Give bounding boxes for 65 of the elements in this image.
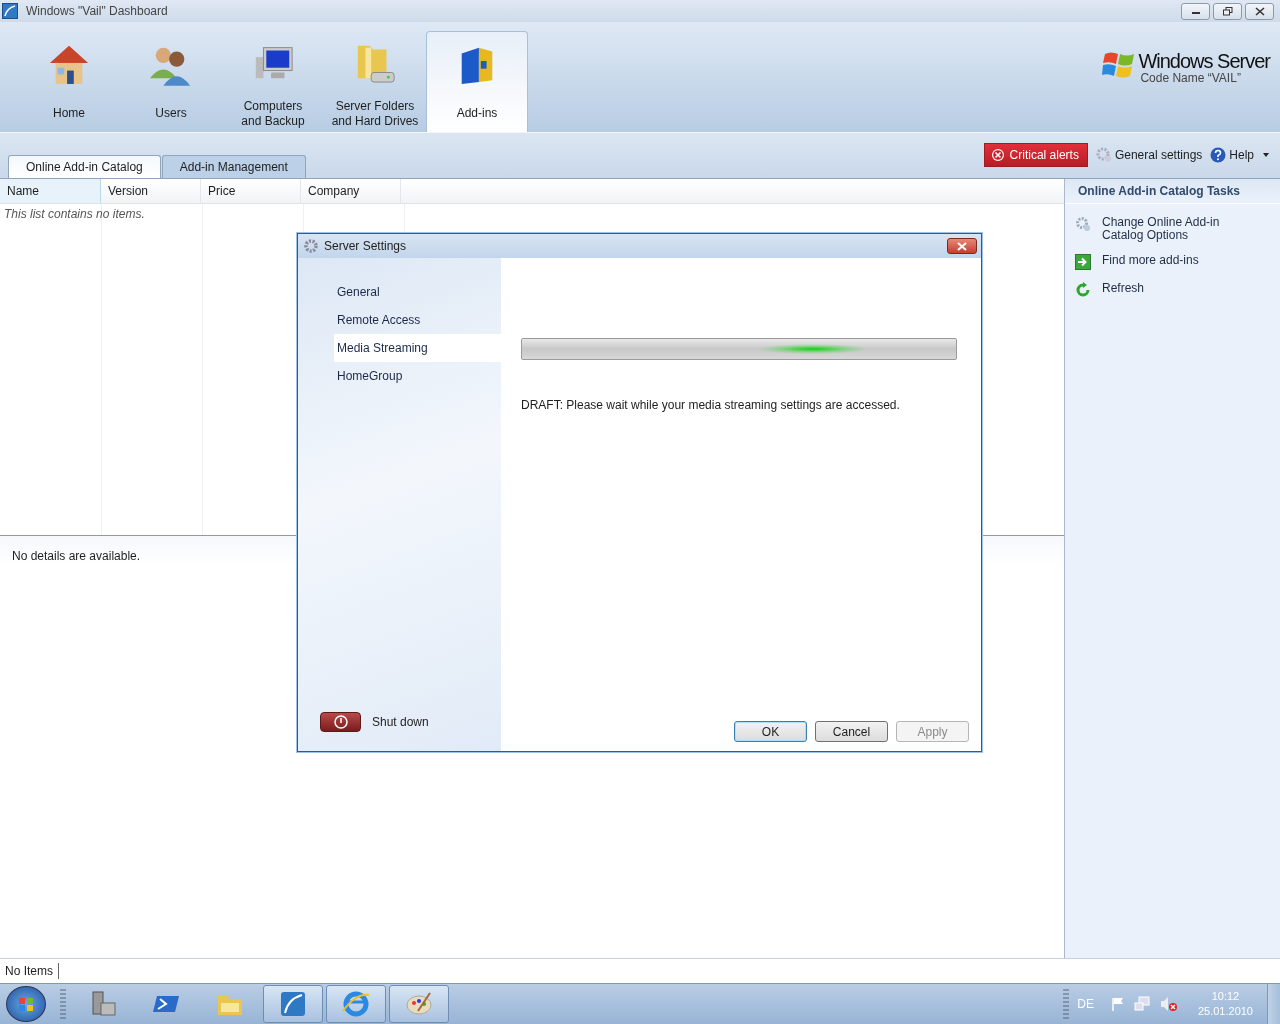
restore-icon	[1222, 6, 1233, 16]
tasks-title: Online Add-in Catalog Tasks	[1065, 179, 1280, 204]
network-icon[interactable]	[1133, 996, 1152, 1012]
column-header[interactable]: Company	[301, 179, 401, 203]
volume-muted-icon[interactable]	[1159, 996, 1178, 1012]
taskbar-app[interactable]	[263, 985, 323, 1023]
dialog-button[interactable]: OK	[734, 721, 807, 742]
column-header[interactable]: Price	[201, 179, 301, 203]
power-icon	[333, 715, 348, 729]
dashboard-icon	[278, 989, 308, 1019]
empty-list-message: This list contains no items.	[3, 206, 146, 223]
server-icon	[89, 989, 119, 1019]
minimize-button[interactable]	[1181, 2, 1210, 20]
help-button[interactable]: Help	[1210, 147, 1254, 163]
clock-time: 10:12	[1211, 989, 1240, 1004]
refresh-icon	[1075, 282, 1091, 298]
settings-section[interactable]: Remote Access	[334, 306, 501, 334]
start-button[interactable]	[6, 986, 46, 1022]
restore-button[interactable]	[1213, 2, 1242, 20]
error-icon	[990, 148, 1005, 162]
browser-icon	[341, 989, 371, 1019]
app-icon	[2, 3, 18, 19]
nav-tab[interactable]: Add-ins	[426, 31, 528, 132]
taskbar-app[interactable]	[326, 985, 386, 1023]
status-message: DRAFT: Please wait while your media streaming settings are accessed.	[521, 398, 901, 412]
power-button[interactable]	[320, 712, 361, 732]
close-button[interactable]	[947, 238, 977, 254]
dialog-button[interactable]: Cancel	[815, 721, 888, 742]
caret-icon[interactable]	[1262, 152, 1270, 158]
nav-tab[interactable]: Home	[18, 31, 120, 132]
settings-section[interactable]: Media Streaming	[334, 334, 501, 362]
details-message: No details are available.	[12, 549, 141, 563]
general-settings-button[interactable]: General settings	[1095, 147, 1203, 163]
close-icon	[1254, 6, 1265, 16]
help-icon	[1210, 147, 1227, 163]
tab[interactable]: Online Add-in Catalog	[8, 155, 161, 178]
product-codename: Code Name “VAIL”	[1139, 72, 1242, 85]
dialog-title: Server Settings	[324, 239, 407, 253]
nav-tab[interactable]: Server Folders and Hard Drives	[324, 31, 426, 132]
task-link[interactable]: Find more add-ins	[1065, 254, 1280, 270]
settings-icon	[1095, 147, 1112, 163]
shut-down-label[interactable]: Shut down	[372, 715, 429, 729]
settings-section[interactable]: HomeGroup	[334, 362, 501, 390]
window-title: Windows "Vail" Dashboard	[26, 4, 168, 18]
settings-icon	[303, 238, 319, 254]
task-link[interactable]: Change Online Add-in Catalog Options	[1065, 216, 1280, 242]
product-name: Windows Server	[1138, 50, 1270, 72]
gear-icon	[1075, 216, 1091, 232]
column-header[interactable]: Name	[0, 179, 101, 203]
column-header[interactable]: Version	[101, 179, 201, 203]
taskbar-app[interactable]	[389, 985, 449, 1023]
settings-section[interactable]: General	[334, 278, 501, 306]
flag-icon[interactable]	[1109, 996, 1126, 1012]
nav-tab[interactable]: Users	[120, 31, 222, 132]
nav-tab[interactable]: Computers and Backup	[222, 31, 324, 132]
close-icon	[957, 241, 967, 251]
clock-date: 25.01.2010	[1197, 1004, 1253, 1019]
tab[interactable]: Add-in Management	[161, 155, 306, 178]
close-button[interactable]	[1245, 2, 1274, 20]
windows-flag-icon	[18, 996, 34, 1012]
status-text: No Items	[0, 963, 59, 979]
show-desktop-button[interactable]	[1267, 984, 1280, 1024]
task-link[interactable]: Refresh	[1065, 282, 1280, 298]
critical-alerts-button[interactable]: Critical alerts	[983, 143, 1088, 167]
windows-flag-icon	[1102, 50, 1137, 80]
